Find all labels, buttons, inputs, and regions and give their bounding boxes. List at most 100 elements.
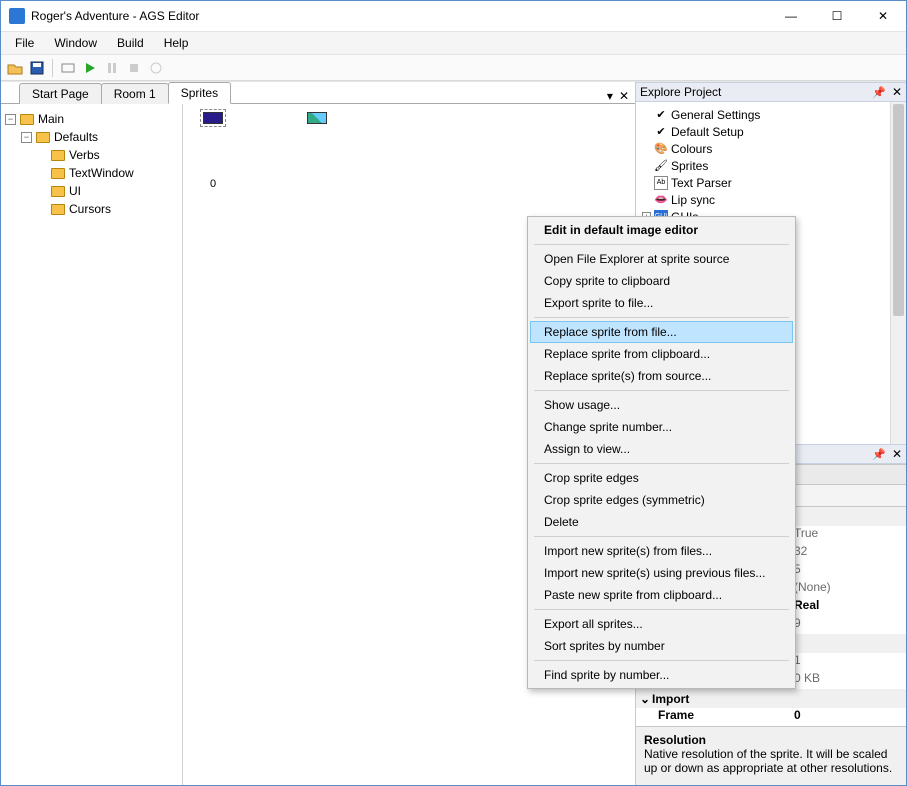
expander-icon[interactable]: − bbox=[5, 114, 16, 125]
folder-icon bbox=[51, 204, 65, 215]
tab-start-page[interactable]: Start Page bbox=[19, 83, 102, 104]
tree-default-setup[interactable]: Default Setup bbox=[671, 125, 744, 139]
run-icon[interactable] bbox=[80, 58, 100, 78]
tree-sprites[interactable]: Sprites bbox=[671, 159, 708, 173]
prop-frame-val[interactable]: 0 bbox=[794, 708, 906, 726]
ctx-copy-clipboard[interactable]: Copy sprite to clipboard bbox=[530, 270, 793, 292]
check-icon: ✔ bbox=[654, 125, 668, 139]
folder-defaults[interactable]: Defaults bbox=[54, 130, 98, 144]
close-panel-icon[interactable]: ✕ bbox=[892, 85, 902, 99]
ctx-replace-from-file[interactable]: Replace sprite from file... bbox=[530, 321, 793, 343]
pause-icon[interactable] bbox=[102, 58, 122, 78]
ctx-export-all[interactable]: Export all sprites... bbox=[530, 613, 793, 635]
prop-width-val[interactable]: 9 bbox=[794, 616, 906, 634]
scrollbar[interactable] bbox=[890, 102, 906, 444]
save-icon[interactable] bbox=[27, 58, 47, 78]
ctx-open-explorer[interactable]: Open File Explorer at sprite source bbox=[530, 248, 793, 270]
desc-body: Native resolution of the sprite. It will… bbox=[644, 747, 898, 775]
document-tabs: Start Page Room 1 Sprites ▾ ✕ bbox=[1, 82, 635, 104]
prop-resolution-val[interactable]: Real bbox=[794, 598, 906, 616]
menu-bar: File Window Build Help bbox=[1, 31, 906, 55]
ctx-crop-edges-sym[interactable]: Crop sprite edges (symmetric) bbox=[530, 489, 793, 511]
ctx-separator bbox=[534, 536, 789, 537]
cat-import: Import bbox=[652, 692, 689, 706]
ctx-separator bbox=[534, 244, 789, 245]
menu-help[interactable]: Help bbox=[154, 32, 199, 54]
sprite-thumb-1[interactable] bbox=[307, 112, 327, 124]
close-button[interactable]: ✕ bbox=[860, 1, 906, 31]
step-icon[interactable] bbox=[146, 58, 166, 78]
ctx-edit-default[interactable]: Edit in default image editor bbox=[530, 219, 793, 241]
folder-verbs[interactable]: Verbs bbox=[69, 148, 100, 162]
ctx-import-files[interactable]: Import new sprite(s) from files... bbox=[530, 540, 793, 562]
ctx-separator bbox=[534, 390, 789, 391]
prop-frame-key: Frame bbox=[636, 708, 794, 726]
tree-colours[interactable]: Colours bbox=[671, 142, 712, 156]
toolbar-separator bbox=[52, 59, 53, 77]
content-area: Start Page Room 1 Sprites ▾ ✕ −Main −Def… bbox=[1, 81, 906, 785]
check-icon: ✔ bbox=[654, 108, 668, 122]
stop-icon[interactable] bbox=[124, 58, 144, 78]
folder-icon bbox=[51, 168, 65, 179]
ctx-show-usage[interactable]: Show usage... bbox=[530, 394, 793, 416]
folder-ui[interactable]: UI bbox=[69, 184, 81, 198]
menu-window[interactable]: Window bbox=[44, 32, 107, 54]
palette-icon: 🎨 bbox=[654, 142, 668, 156]
ctx-sort-by-number[interactable]: Sort sprites by number bbox=[530, 635, 793, 657]
tree-text-parser[interactable]: Text Parser bbox=[671, 176, 732, 190]
open-icon[interactable] bbox=[5, 58, 25, 78]
scrollbar-thumb[interactable] bbox=[893, 104, 904, 316]
folder-main[interactable]: Main bbox=[38, 112, 64, 126]
ctx-delete[interactable]: Delete bbox=[530, 511, 793, 533]
ctx-paste-clipboard[interactable]: Paste new sprite from clipboard... bbox=[530, 584, 793, 606]
app-icon bbox=[9, 8, 25, 24]
explore-project-header[interactable]: Explore Project 📌 ✕ bbox=[636, 82, 906, 102]
sprite-list[interactable]: 0 Edit in default image editor Open File… bbox=[183, 104, 635, 785]
prop-colordepth-val[interactable]: 32 bbox=[794, 544, 906, 562]
explore-project-title: Explore Project bbox=[640, 85, 872, 99]
toolbar bbox=[1, 55, 906, 81]
ctx-separator bbox=[534, 317, 789, 318]
menu-file[interactable]: File bbox=[5, 32, 44, 54]
tab-room-1[interactable]: Room 1 bbox=[101, 83, 169, 104]
folder-icon bbox=[36, 132, 50, 143]
window-title: Roger's Adventure - AGS Editor bbox=[31, 9, 768, 23]
menu-build[interactable]: Build bbox=[107, 32, 154, 54]
ctx-crop-edges[interactable]: Crop sprite edges bbox=[530, 467, 793, 489]
prop-alpha-val[interactable]: True bbox=[794, 526, 906, 544]
ctx-replace-from-source[interactable]: Replace sprite(s) from source... bbox=[530, 365, 793, 387]
lips-icon: 👄 bbox=[654, 193, 668, 207]
folder-textwindow[interactable]: TextWindow bbox=[69, 166, 134, 180]
tab-dropdown-icon[interactable]: ▾ bbox=[607, 89, 613, 103]
prop-sizeondisk-val[interactable]: 0 KB bbox=[794, 671, 906, 689]
brush-icon: 🖌 bbox=[654, 159, 668, 173]
pin-icon[interactable]: 📌 bbox=[872, 448, 886, 461]
build-icon[interactable] bbox=[58, 58, 78, 78]
ctx-change-number[interactable]: Change sprite number... bbox=[530, 416, 793, 438]
ctx-import-prev[interactable]: Import new sprite(s) using previous file… bbox=[530, 562, 793, 584]
ctx-separator bbox=[534, 609, 789, 610]
minimize-button[interactable]: — bbox=[768, 1, 814, 31]
close-panel-icon[interactable]: ✕ bbox=[892, 447, 902, 461]
document-area: Start Page Room 1 Sprites ▾ ✕ −Main −Def… bbox=[1, 82, 635, 785]
tree-general-settings[interactable]: General Settings bbox=[671, 108, 760, 122]
ctx-find-by-number[interactable]: Find sprite by number... bbox=[530, 664, 793, 686]
tab-sprites[interactable]: Sprites bbox=[168, 82, 231, 104]
folder-icon bbox=[51, 150, 65, 161]
chevron-down-icon[interactable]: ⌄ bbox=[640, 692, 652, 706]
ctx-replace-from-clipboard[interactable]: Replace sprite from clipboard... bbox=[530, 343, 793, 365]
prop-palette-val[interactable]: (None) bbox=[794, 580, 906, 598]
maximize-button[interactable]: ☐ bbox=[814, 1, 860, 31]
ctx-assign-view[interactable]: Assign to view... bbox=[530, 438, 793, 460]
sprite-thumb-0[interactable] bbox=[203, 112, 223, 124]
abc-icon: Ab bbox=[654, 176, 668, 190]
sprite-folder-tree[interactable]: −Main −Defaults Verbs TextWindow UI Curs… bbox=[1, 104, 183, 785]
tab-close-icon[interactable]: ✕ bbox=[619, 89, 629, 103]
tree-lip-sync[interactable]: Lip sync bbox=[671, 193, 715, 207]
expander-icon[interactable]: − bbox=[21, 132, 32, 143]
folder-cursors[interactable]: Cursors bbox=[69, 202, 111, 216]
pin-icon[interactable]: 📌 bbox=[872, 86, 886, 99]
prop-number-val[interactable]: 1 bbox=[794, 653, 906, 671]
prop-height-val[interactable]: 5 bbox=[794, 562, 906, 580]
ctx-export-file[interactable]: Export sprite to file... bbox=[530, 292, 793, 314]
